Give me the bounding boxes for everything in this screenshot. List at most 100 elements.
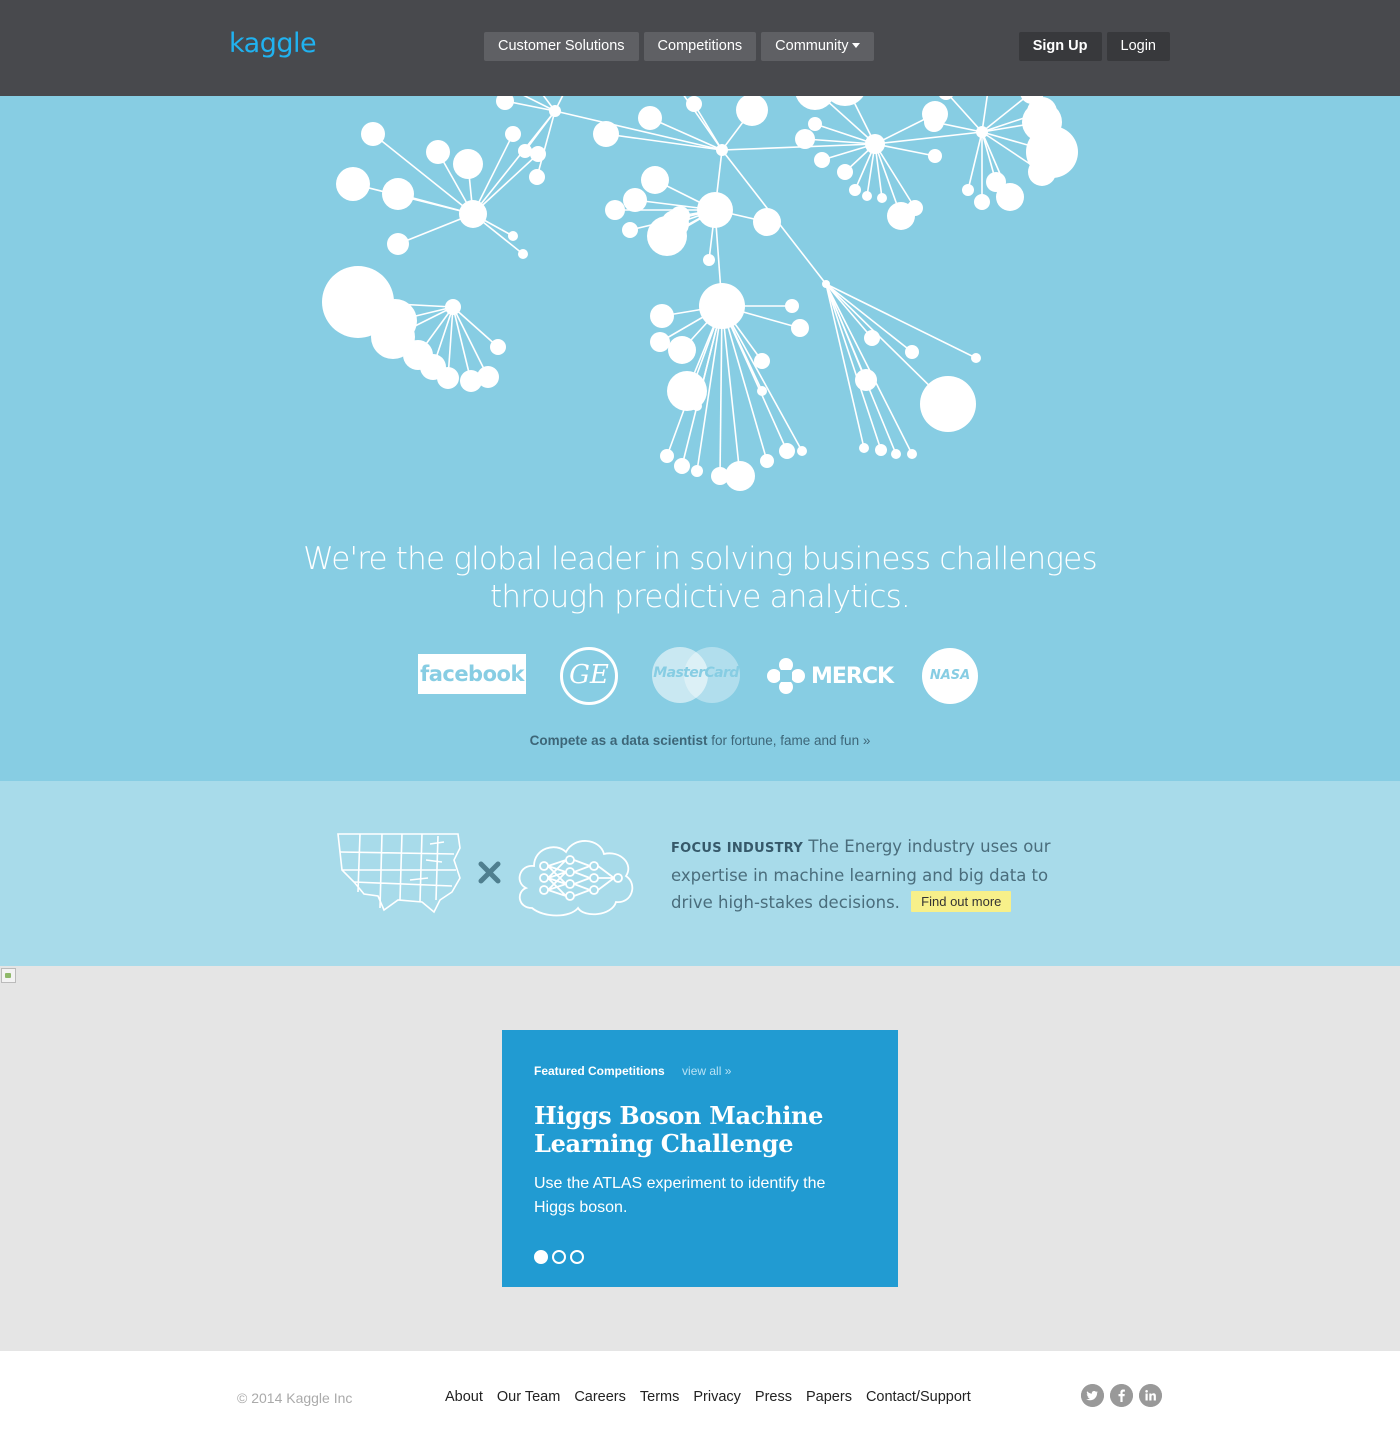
graph-node xyxy=(692,401,702,411)
graph-node xyxy=(549,105,561,117)
graph-node xyxy=(529,169,545,185)
carousel-dot-1[interactable] xyxy=(534,1250,548,1264)
graph-node xyxy=(760,454,774,468)
footer-links: About Our Team Careers Terms Privacy Pre… xyxy=(445,1389,985,1405)
merck-mark-icon xyxy=(767,658,805,694)
footer-link-contact-support[interactable]: Contact/Support xyxy=(866,1389,971,1405)
facebook-icon[interactable] xyxy=(1110,1384,1133,1407)
graph-node xyxy=(822,280,830,288)
hero-tagline-line1: We're the global leader in solving busin… xyxy=(303,541,1097,577)
featured-heading: Featured Competitions xyxy=(534,1064,665,1078)
find-out-more-button[interactable]: Find out more xyxy=(911,891,1012,912)
competition-title[interactable]: Higgs Boson Machine Learning Challenge xyxy=(534,1102,874,1158)
graph-node xyxy=(855,369,877,391)
footer-link-privacy[interactable]: Privacy xyxy=(693,1389,741,1405)
graph-node xyxy=(437,367,459,389)
footer: © 2014 Kaggle Inc About Our Team Careers… xyxy=(0,1351,1400,1447)
merck-wordmark: MERCK xyxy=(811,663,894,689)
graph-edge xyxy=(874,131,983,145)
graph-node xyxy=(814,152,830,168)
graph-node xyxy=(496,96,514,110)
compete-link[interactable]: Compete as a data scientist for fortune,… xyxy=(0,733,1400,748)
graph-edge xyxy=(452,306,499,348)
graph-node xyxy=(490,339,506,355)
featured-heading-row: Featured Competitions view all » xyxy=(534,1064,731,1078)
graph-node xyxy=(670,206,690,226)
focus-industry-illustration xyxy=(337,833,634,917)
nav-competitions[interactable]: Competitions xyxy=(643,32,757,61)
signup-button[interactable]: Sign Up xyxy=(1018,32,1102,61)
graph-node xyxy=(477,366,499,388)
footer-link-about[interactable]: About xyxy=(445,1389,483,1405)
graph-node xyxy=(859,443,869,453)
graph-node xyxy=(657,228,677,248)
graph-node xyxy=(660,449,674,463)
graph-node xyxy=(453,149,483,179)
graph-node xyxy=(674,458,690,474)
footer-link-careers[interactable]: Careers xyxy=(574,1389,626,1405)
graph-node xyxy=(779,443,795,459)
graph-node xyxy=(753,208,781,236)
graph-node xyxy=(518,144,532,158)
auth-buttons: Sign Up Login xyxy=(1018,32,1170,61)
neural-cloud-icon xyxy=(518,840,634,917)
graph-edge xyxy=(721,305,768,462)
social-links xyxy=(1081,1384,1162,1407)
graph-edge xyxy=(948,96,983,133)
graph-node xyxy=(650,332,670,352)
graph-node xyxy=(508,231,518,241)
hero-section: We're the global leader in solving busin… xyxy=(0,96,1400,781)
us-map-icon xyxy=(337,833,461,914)
nav-customer-solutions[interactable]: Customer Solutions xyxy=(484,32,639,61)
hero-tagline: We're the global leader in solving busin… xyxy=(0,540,1400,616)
graph-node xyxy=(986,172,1006,192)
graph-node xyxy=(382,178,414,210)
graph-node xyxy=(791,319,809,337)
graph-node xyxy=(875,444,887,456)
nasa-logo: NASA xyxy=(922,648,978,704)
linkedin-icon[interactable] xyxy=(1139,1384,1162,1407)
copyright-text: © 2014 Kaggle Inc xyxy=(237,1390,353,1406)
footer-link-terms[interactable]: Terms xyxy=(640,1389,679,1405)
nav-competitions-label: Competitions xyxy=(657,38,743,54)
footer-link-press[interactable]: Press xyxy=(755,1389,792,1405)
graph-node xyxy=(518,249,528,259)
graph-node xyxy=(691,465,703,477)
graph-node xyxy=(505,126,521,142)
top-navbar: kaggle Customer Solutions Competitions C… xyxy=(0,0,1400,96)
graph-node xyxy=(530,146,546,162)
graph-node xyxy=(757,386,767,396)
carousel-dot-2[interactable] xyxy=(552,1250,566,1264)
carousel-dot-3[interactable] xyxy=(570,1250,584,1264)
graph-node xyxy=(459,200,487,228)
graph-node xyxy=(974,194,990,210)
graph-node xyxy=(1028,158,1056,186)
ge-logo: GE xyxy=(560,647,618,705)
graph-node xyxy=(361,122,385,146)
nav-community-dropdown[interactable]: Community xyxy=(761,32,875,61)
graph-node xyxy=(703,254,715,266)
focus-industry-section: FOCUS INDUSTRY The Energy industry uses … xyxy=(0,781,1400,966)
graph-node xyxy=(865,134,885,154)
nav-community-label: Community xyxy=(775,38,849,54)
graph-node xyxy=(638,106,662,130)
view-all-link[interactable]: view all » xyxy=(682,1064,731,1078)
graph-node xyxy=(754,353,770,369)
graph-edge xyxy=(554,96,564,112)
graph-node xyxy=(849,184,861,196)
login-button[interactable]: Login xyxy=(1106,32,1170,61)
graph-node xyxy=(785,299,799,313)
graph-node xyxy=(373,299,417,343)
kaggle-logo[interactable]: kaggle xyxy=(229,28,317,59)
footer-link-papers[interactable]: Papers xyxy=(806,1389,852,1405)
graph-node xyxy=(905,345,919,359)
graph-node xyxy=(697,192,733,228)
graph-node xyxy=(907,449,917,459)
graph-node xyxy=(971,353,981,363)
twitter-icon[interactable] xyxy=(1081,1384,1104,1407)
graph-node xyxy=(699,283,745,329)
facebook-logo: facebook xyxy=(418,654,526,694)
graph-node xyxy=(928,149,942,163)
graph-node xyxy=(920,376,976,432)
footer-link-our-team[interactable]: Our Team xyxy=(497,1389,560,1405)
